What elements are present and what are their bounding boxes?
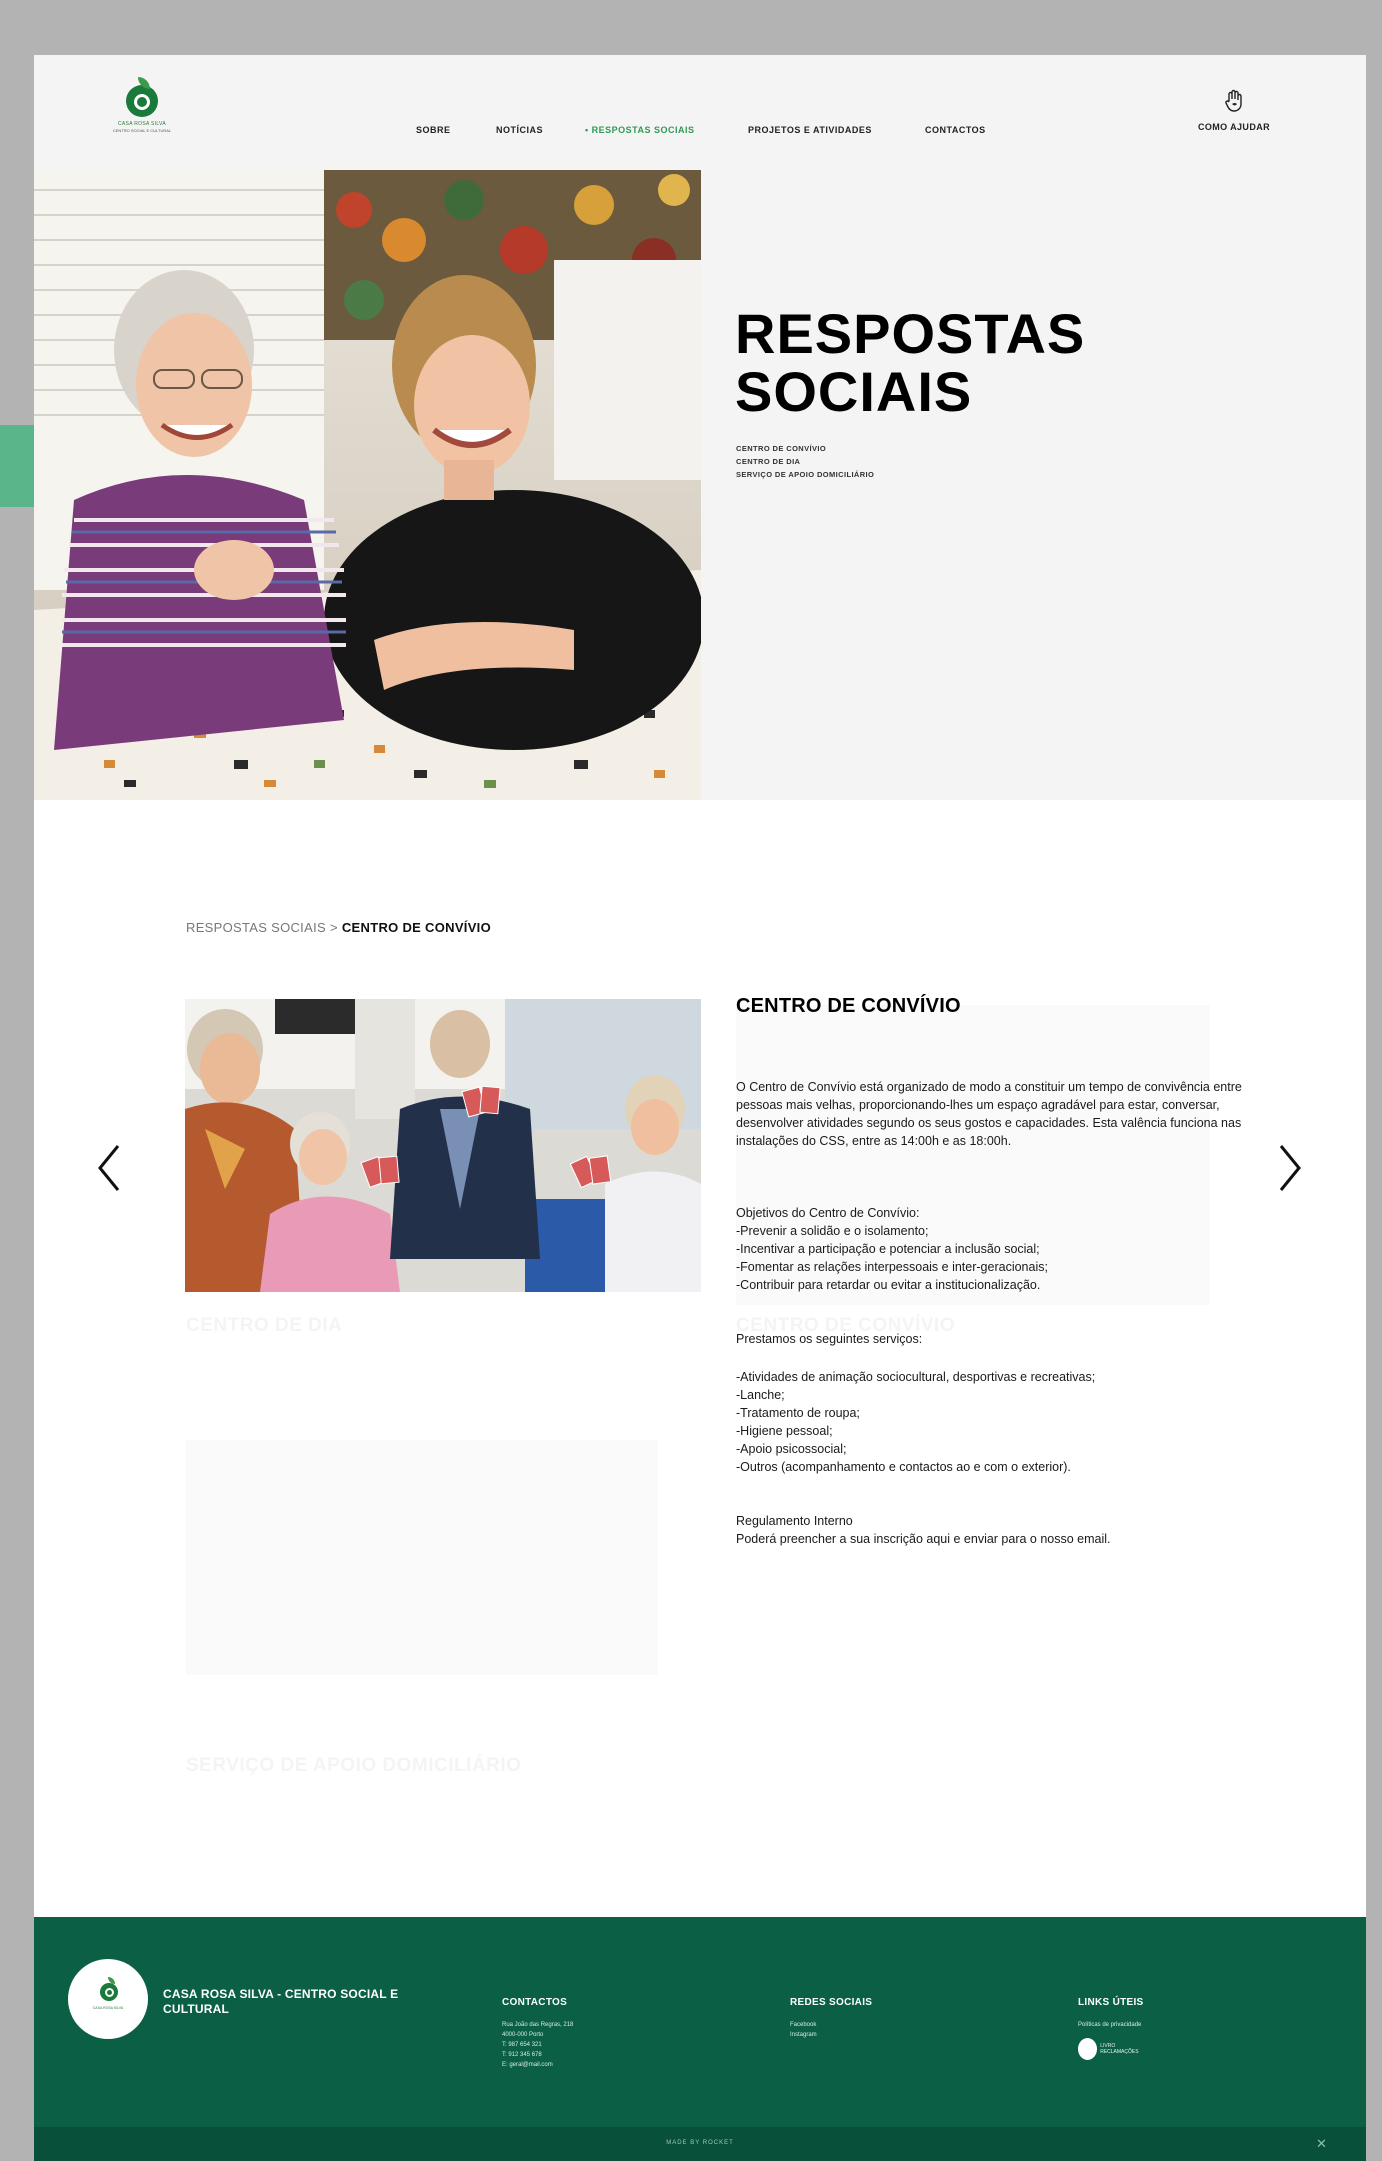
service-item: -Outros (acompanhamento e contactos ao e…	[736, 1460, 1071, 1474]
chevron-left-icon[interactable]	[90, 1138, 130, 1198]
footer-credit[interactable]: MADE BY ROCKET	[34, 2140, 1366, 2146]
breadcrumb-parent[interactable]: RESPOSTAS SOCIAIS	[186, 920, 326, 935]
nav-item-noticias[interactable]: NOTÍCIAS	[496, 125, 543, 135]
ghost-card-image-3	[186, 1440, 658, 1675]
help-label: COMO AJUDAR	[1197, 122, 1271, 132]
side-feedback-tab[interactable]	[0, 425, 36, 507]
services-heading: Prestamos os seguintes serviços:	[736, 1332, 923, 1346]
footer-social-heading: REDES SOCIAIS	[790, 1997, 873, 2008]
footer-contacts-heading: CONTACTOS	[502, 1997, 568, 2008]
page-title-line-2: SOCIAIS	[735, 360, 973, 423]
regulation-link[interactable]: Regulamento Interno	[736, 1512, 1276, 1530]
objective-item: -Prevenir a solidão e o isolamento;	[736, 1224, 929, 1238]
breadcrumb: RESPOSTAS SOCIAIS > CENTRO DE CONVÍVIO	[186, 920, 491, 935]
footer-contact-line[interactable]: E: geral@mail.com	[502, 2060, 573, 2070]
page: CASA ROSA SILVA CENTRO SOCIAL E CULTURAL…	[34, 55, 1366, 2161]
footer-contact-line: 4000-000 Porto	[502, 2032, 544, 2038]
service-item: -Tratamento de roupa;	[736, 1406, 860, 1420]
logo-mark-icon	[120, 77, 164, 121]
footer-links: LINKS ÚTEIS Políticas de privacidade LIV…	[1078, 1997, 1148, 2060]
footer-contact-line[interactable]: T: 912 345 678	[502, 2050, 573, 2060]
footer-contact-line[interactable]: T: 987 654 321	[502, 2040, 573, 2050]
footer-bottom-bar: MADE BY ROCKET ✕	[34, 2127, 1366, 2161]
help-link[interactable]: COMO AJUDAR	[1194, 89, 1274, 132]
detail-intro: O Centro de Convívio está organizado de …	[736, 1080, 1242, 1148]
objective-item: -Fomentar as relações interpessoais e in…	[736, 1260, 1048, 1274]
logo-text: CASA ROSA SILVA	[118, 121, 166, 127]
nav-item-respostas-sociais[interactable]: • RESPOSTAS SOCIAIS	[585, 125, 695, 135]
nav-item-projetos-atividades[interactable]: PROJETOS E ATIVIDADES	[748, 125, 872, 135]
hero-link-apoio-domiciliario[interactable]: SERVIÇO DE APOIO DOMICILIÁRIO	[736, 468, 874, 481]
logo-subtext: CENTRO SOCIAL E CULTURAL	[112, 128, 172, 133]
objective-item: -Incentivar a participação e potenciar a…	[736, 1242, 1040, 1256]
centro-convivio-photo	[185, 999, 701, 1292]
site-logo[interactable]: CASA ROSA SILVA CENTRO SOCIAL E CULTURAL	[104, 77, 180, 134]
complaints-book-badge[interactable]: LIVRO RECLAMAÇÕES	[1078, 2038, 1148, 2060]
complaints-book-icon	[1078, 2038, 1098, 2060]
ghost-card-title-centro-dia: CENTRO DE DIA	[186, 1315, 343, 1336]
hero-section: RESPOSTAS SOCIAIS CENTRO DE CONVÍVIO CEN…	[34, 170, 1366, 800]
enrollment-text[interactable]: Poderá preencher a sua inscrição aqui e …	[736, 1530, 1276, 1548]
objectives-heading: Objetivos do Centro de Convívio:	[736, 1206, 920, 1220]
footer-contacts: CONTACTOS Rua João das Regras, 218 4000-…	[502, 1997, 573, 2070]
page-title-line-1: RESPOSTAS	[735, 302, 1086, 365]
site-footer: CASA ROSA SILVA CASA ROSA SILVA - CENTRO…	[34, 1917, 1366, 2127]
nav-item-sobre[interactable]: SOBRE	[416, 125, 451, 135]
service-item: -Apoio psicossocial;	[736, 1442, 847, 1456]
breadcrumb-separator: >	[329, 920, 338, 935]
footer-link-privacy[interactable]: Políticas de privacidade	[1078, 2020, 1148, 2030]
scroll-top-icon[interactable]: ✕	[1316, 2136, 1327, 2152]
nav-item-contactos[interactable]: CONTACTOS	[925, 125, 986, 135]
footer-contact-line: Rua João das Regras, 218	[502, 2022, 574, 2028]
footer-social: REDES SOCIAIS Facebook Instagram	[790, 1997, 872, 2040]
hand-icon	[1225, 89, 1242, 112]
service-item: -Higiene pessoal;	[736, 1424, 833, 1438]
footer-social-facebook[interactable]: Facebook	[790, 2020, 872, 2030]
footer-links-heading: LINKS ÚTEIS	[1078, 1997, 1144, 2008]
hero-photo	[34, 170, 701, 800]
breadcrumb-current: CENTRO DE CONVÍVIO	[341, 920, 491, 935]
detail-title: CENTRO DE CONVÍVIO	[736, 995, 961, 1017]
footer-logo[interactable]: CASA ROSA SILVA	[68, 1959, 148, 2039]
service-item: -Atividades de animação sociocultural, d…	[736, 1370, 1096, 1384]
hero-link-centro-dia[interactable]: CENTRO DE DIA	[736, 455, 874, 468]
footer-logo-text: CASA ROSA SILVA	[92, 2006, 124, 2010]
objective-item: -Contribuir para retardar ou evitar a in…	[736, 1278, 1041, 1292]
complaints-book-label: LIVRO RECLAMAÇÕES	[1100, 2043, 1139, 2055]
hero-submenu: CENTRO DE CONVÍVIO CENTRO DE DIA SERVIÇO…	[736, 442, 874, 481]
service-item: -Lanche;	[736, 1388, 785, 1402]
centro-convivio-detail: CENTRO DE CONVÍVIO O Centro de Convívio …	[736, 995, 1276, 1548]
footer-social-instagram[interactable]: Instagram	[790, 2030, 872, 2040]
site-header: CASA ROSA SILVA CENTRO SOCIAL E CULTURAL…	[34, 55, 1366, 170]
page-title: RESPOSTAS SOCIAIS	[735, 305, 1085, 421]
footer-org-name: CASA ROSA SILVA - CENTRO SOCIAL E CULTUR…	[163, 1987, 399, 2016]
ghost-card-title-apoio-domiciliario: SERVIÇO DE APOIO DOMICILIÁRIO	[186, 1755, 522, 1776]
hero-link-centro-convivio[interactable]: CENTRO DE CONVÍVIO	[736, 442, 874, 455]
